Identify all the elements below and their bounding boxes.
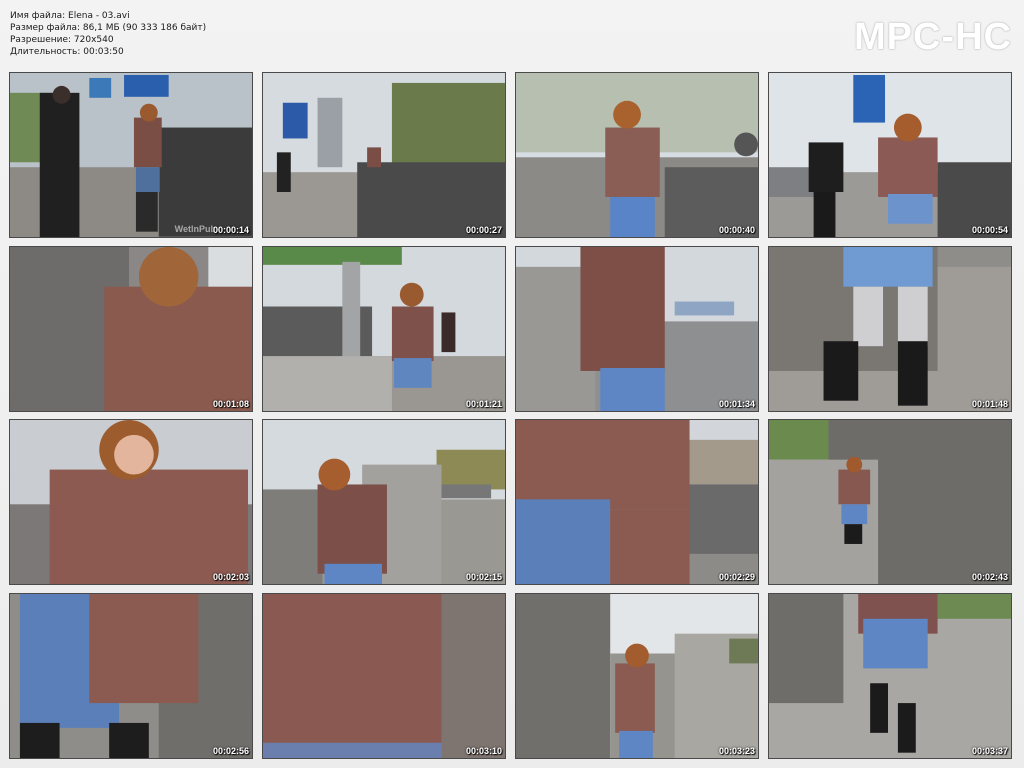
timestamp: 00:02:43: [971, 572, 1008, 582]
thumbnail[interactable]: 00:01:48: [768, 246, 1012, 412]
timestamp: 00:00:27: [465, 225, 502, 235]
timestamp: 00:02:03: [212, 572, 249, 582]
timestamp: 00:03:37: [971, 746, 1008, 756]
video-frame: [769, 594, 1011, 758]
thumbnail[interactable]: 00:02:43: [768, 419, 1012, 585]
video-frame: [263, 420, 505, 584]
timestamp: 00:01:48: [971, 399, 1008, 409]
thumbnail[interactable]: 00:02:29: [515, 419, 759, 585]
video-frame: [263, 594, 505, 758]
video-frame: [769, 420, 1011, 584]
thumbnail[interactable]: WetlnPub 00:00:14: [9, 72, 253, 238]
mpc-hc-logo: MPC-HC: [854, 16, 1012, 58]
watermark: WetlnPub: [174, 224, 216, 234]
video-frame: [10, 420, 252, 584]
video-frame: [263, 73, 505, 237]
video-frame: [10, 73, 252, 237]
timestamp: 00:03:23: [718, 746, 755, 756]
thumbnail[interactable]: 00:00:40: [515, 72, 759, 238]
thumbnail[interactable]: 00:03:23: [515, 593, 759, 759]
timestamp: 00:00:14: [212, 225, 249, 235]
thumbnail[interactable]: 00:03:10: [262, 593, 506, 759]
timestamp: 00:02:56: [212, 746, 249, 756]
thumbnail[interactable]: 00:00:27: [262, 72, 506, 238]
file-duration: Длительность: 00:03:50: [10, 47, 124, 57]
thumbnail-grid: WetlnPub 00:00:14 00:00:27 00:00:40 00:0…: [9, 72, 1015, 760]
timestamp: 00:02:15: [465, 572, 502, 582]
video-frame: [769, 73, 1011, 237]
video-frame: [516, 420, 758, 584]
file-name: Имя файла: Elena - 03.avi: [10, 11, 130, 21]
timestamp: 00:01:34: [718, 399, 755, 409]
timestamp: 00:00:40: [718, 225, 755, 235]
timestamp: 00:01:21: [465, 399, 502, 409]
video-frame: [516, 73, 758, 237]
file-size: Размер файла: 86,1 МБ (90 333 186 байт): [10, 23, 207, 33]
thumbnail[interactable]: 00:02:56: [9, 593, 253, 759]
thumbnail[interactable]: 00:03:37: [768, 593, 1012, 759]
thumbnail[interactable]: 00:00:54: [768, 72, 1012, 238]
thumbnail[interactable]: 00:02:15: [262, 419, 506, 585]
file-resolution: Разрешение: 720x540: [10, 35, 114, 45]
video-frame: [516, 594, 758, 758]
thumbnail[interactable]: 00:02:03: [9, 419, 253, 585]
thumbnail[interactable]: 00:01:08: [9, 246, 253, 412]
timestamp: 00:02:29: [718, 572, 755, 582]
timestamp: 00:00:54: [971, 225, 1008, 235]
timestamp: 00:03:10: [465, 746, 502, 756]
video-frame: [516, 247, 758, 411]
video-frame: [769, 247, 1011, 411]
video-frame: [263, 247, 505, 411]
thumbnail[interactable]: 00:01:21: [262, 246, 506, 412]
file-info: Имя файла: Elena - 03.avi Размер файла: …: [10, 10, 206, 58]
timestamp: 00:01:08: [212, 399, 249, 409]
video-frame: [10, 247, 252, 411]
thumbnail[interactable]: 00:01:34: [515, 246, 759, 412]
video-frame: [10, 594, 252, 758]
